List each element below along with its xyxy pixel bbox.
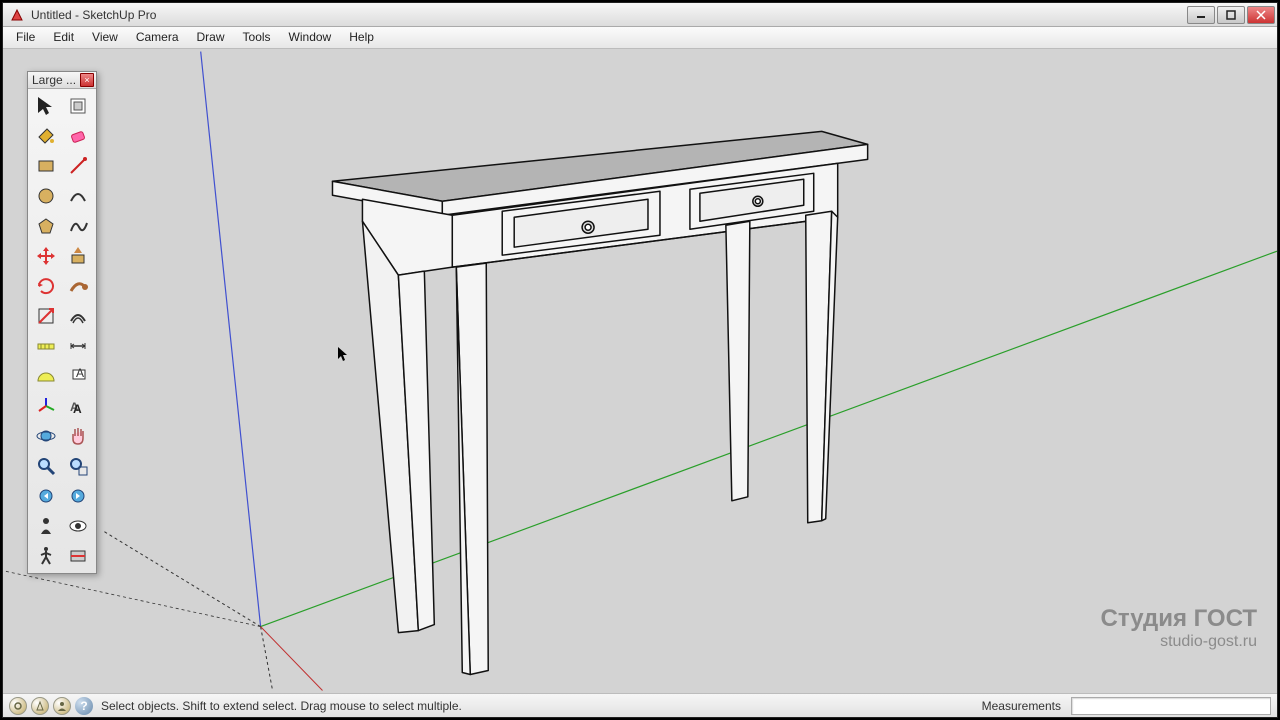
- maximize-button[interactable]: [1217, 6, 1245, 24]
- status-credits-button[interactable]: [31, 697, 49, 715]
- toolbox-close-button[interactable]: ×: [80, 73, 94, 87]
- viewport-canvas: [3, 49, 1277, 693]
- tool-polygon[interactable]: [30, 211, 62, 241]
- menu-camera[interactable]: Camera: [127, 27, 188, 48]
- tool-line[interactable]: [62, 151, 94, 181]
- axis-blue-neg: [261, 627, 273, 691]
- tool-eraser[interactable]: [62, 121, 94, 151]
- tool-paint-bucket[interactable]: [30, 121, 62, 151]
- axis-blue: [201, 52, 261, 627]
- menubar: File Edit View Camera Draw Tools Window …: [3, 27, 1277, 49]
- tool-grid: AAA: [28, 89, 96, 573]
- tool-dimension[interactable]: [62, 331, 94, 361]
- status-hint: Select objects. Shift to extend select. …: [101, 699, 978, 713]
- tool-axes[interactable]: [30, 391, 62, 421]
- tool-freehand[interactable]: [62, 211, 94, 241]
- menu-draw[interactable]: Draw: [188, 27, 234, 48]
- statusbar: ? Select objects. Shift to extend select…: [3, 693, 1277, 717]
- watermark-line1: Студия ГОСТ: [1101, 605, 1257, 633]
- status-geo-button[interactable]: [9, 697, 27, 715]
- mouse-cursor-icon: [338, 347, 350, 363]
- tool-zoom[interactable]: [30, 451, 62, 481]
- watermark-line2: studio-gost.ru: [1101, 633, 1257, 651]
- tool-scale[interactable]: [30, 301, 62, 331]
- menu-window[interactable]: Window: [280, 27, 341, 48]
- tool-rectangle[interactable]: [30, 151, 62, 181]
- watermark: Студия ГОСТ studio-gost.ru: [1101, 605, 1257, 651]
- tool-next[interactable]: [62, 481, 94, 511]
- svg-text:A: A: [73, 402, 82, 416]
- tool-push-pull[interactable]: [62, 241, 94, 271]
- menu-file[interactable]: File: [7, 27, 44, 48]
- tool-circle[interactable]: [30, 181, 62, 211]
- toolbox-titlebar[interactable]: Large ... ×: [28, 72, 96, 89]
- leg-front-left: [362, 221, 434, 632]
- tool-walk[interactable]: [30, 541, 62, 571]
- status-signin-button[interactable]: [53, 697, 71, 715]
- tool-move[interactable]: [30, 241, 62, 271]
- window-title: Untitled - SketchUp Pro: [31, 8, 1187, 22]
- measurements-label: Measurements: [982, 699, 1061, 713]
- help-icon[interactable]: ?: [75, 697, 93, 715]
- axis-green-neg: [103, 531, 261, 627]
- menu-help[interactable]: Help: [340, 27, 383, 48]
- minimize-button[interactable]: [1187, 6, 1215, 24]
- leg-front-right: [456, 263, 488, 674]
- axis-dash: [3, 571, 261, 627]
- tool-3d-text[interactable]: AA: [62, 391, 94, 421]
- menu-tools[interactable]: Tools: [234, 27, 280, 48]
- large-toolset-panel[interactable]: Large ... × AAA: [27, 71, 97, 574]
- model-table: [332, 131, 867, 674]
- tool-position-camera[interactable]: [30, 511, 62, 541]
- axis-red: [261, 627, 323, 691]
- tool-pan[interactable]: [62, 421, 94, 451]
- tool-orbit[interactable]: [30, 421, 62, 451]
- tool-section-plane[interactable]: [62, 541, 94, 571]
- menu-view[interactable]: View: [83, 27, 127, 48]
- tool-offset[interactable]: [62, 301, 94, 331]
- tool-look-around[interactable]: [62, 511, 94, 541]
- toolbox-title: Large ...: [30, 73, 80, 87]
- tool-previous[interactable]: [30, 481, 62, 511]
- viewport[interactable]: Large ... × AAA Студия ГОСТ studio-gost.…: [3, 49, 1277, 693]
- tool-make-component[interactable]: [62, 91, 94, 121]
- tool-tape-measure[interactable]: [30, 331, 62, 361]
- titlebar: Untitled - SketchUp Pro: [3, 3, 1277, 27]
- tool-follow-me[interactable]: [62, 271, 94, 301]
- tool-protractor[interactable]: [30, 361, 62, 391]
- leg-back-left: [726, 221, 750, 501]
- leg-back-right: [806, 211, 838, 523]
- app-icon: [9, 7, 25, 23]
- measurements-input[interactable]: [1071, 697, 1271, 715]
- menu-edit[interactable]: Edit: [44, 27, 83, 48]
- tool-select[interactable]: [30, 91, 62, 121]
- tool-arc[interactable]: [62, 181, 94, 211]
- svg-text:A: A: [76, 366, 84, 380]
- close-button[interactable]: [1247, 6, 1275, 24]
- tool-rotate[interactable]: [30, 271, 62, 301]
- tool-text[interactable]: A: [62, 361, 94, 391]
- tool-zoom-extents[interactable]: [62, 451, 94, 481]
- app-window: Untitled - SketchUp Pro File Edit View C…: [2, 2, 1278, 718]
